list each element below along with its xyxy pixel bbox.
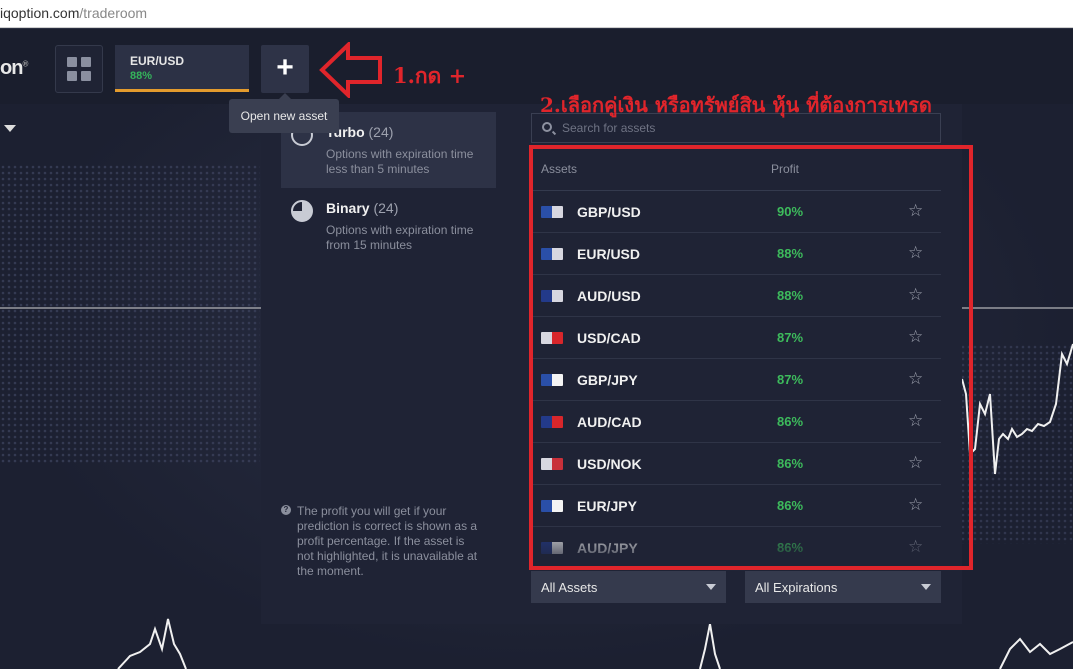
asset-tab-eurusd[interactable]: EUR/USD 88% bbox=[115, 45, 249, 92]
asset-tab-profit: 88% bbox=[130, 70, 153, 82]
chevron-down-icon bbox=[706, 584, 716, 590]
assets-filter-dropdown[interactable]: All Assets bbox=[531, 571, 726, 603]
annotation-step-2: 2.เลือกคู่เงิน หรือทรัพย์สิน หุ้น ที่ต้อ… bbox=[540, 93, 932, 117]
chevron-down-icon[interactable] bbox=[4, 125, 16, 132]
open-new-asset-button[interactable]: + bbox=[261, 45, 309, 93]
category-binary-desc: Options with expiration time from 15 min… bbox=[326, 223, 474, 252]
profit-info-note: ? The profit you will get if your predic… bbox=[281, 504, 481, 579]
search-icon bbox=[542, 122, 552, 132]
logo[interactable]: on® bbox=[0, 57, 28, 80]
category-binary-count: (24) bbox=[373, 200, 399, 216]
question-icon: ? bbox=[281, 505, 291, 515]
category-turbo-desc: Options with expiration time less than 5… bbox=[326, 147, 474, 176]
annotation-step-1: 1.กด + bbox=[393, 63, 467, 88]
asset-tab-name: EUR/USD bbox=[130, 54, 185, 68]
browser-url-bar[interactable]: iqoption.com/traderoom bbox=[0, 0, 1073, 28]
category-binary[interactable]: Binary (24) Options with expiration time… bbox=[281, 188, 496, 264]
grid-icon bbox=[67, 57, 77, 67]
chevron-down-icon bbox=[921, 584, 931, 590]
search-input[interactable] bbox=[562, 118, 932, 138]
plus-icon: + bbox=[276, 51, 294, 84]
open-new-asset-tooltip: Open new asset bbox=[229, 93, 339, 133]
category-turbo-count: (24) bbox=[368, 124, 394, 140]
binary-clock-icon bbox=[291, 200, 313, 222]
annotation-highlight-box bbox=[529, 145, 973, 570]
grid-layout-button[interactable] bbox=[55, 45, 103, 93]
expirations-filter-dropdown[interactable]: All Expirations bbox=[745, 571, 941, 603]
annotation-arrow bbox=[319, 42, 382, 98]
url-text[interactable]: iqoption.com/traderoom bbox=[0, 5, 147, 21]
category-binary-name: Binary bbox=[326, 200, 370, 216]
